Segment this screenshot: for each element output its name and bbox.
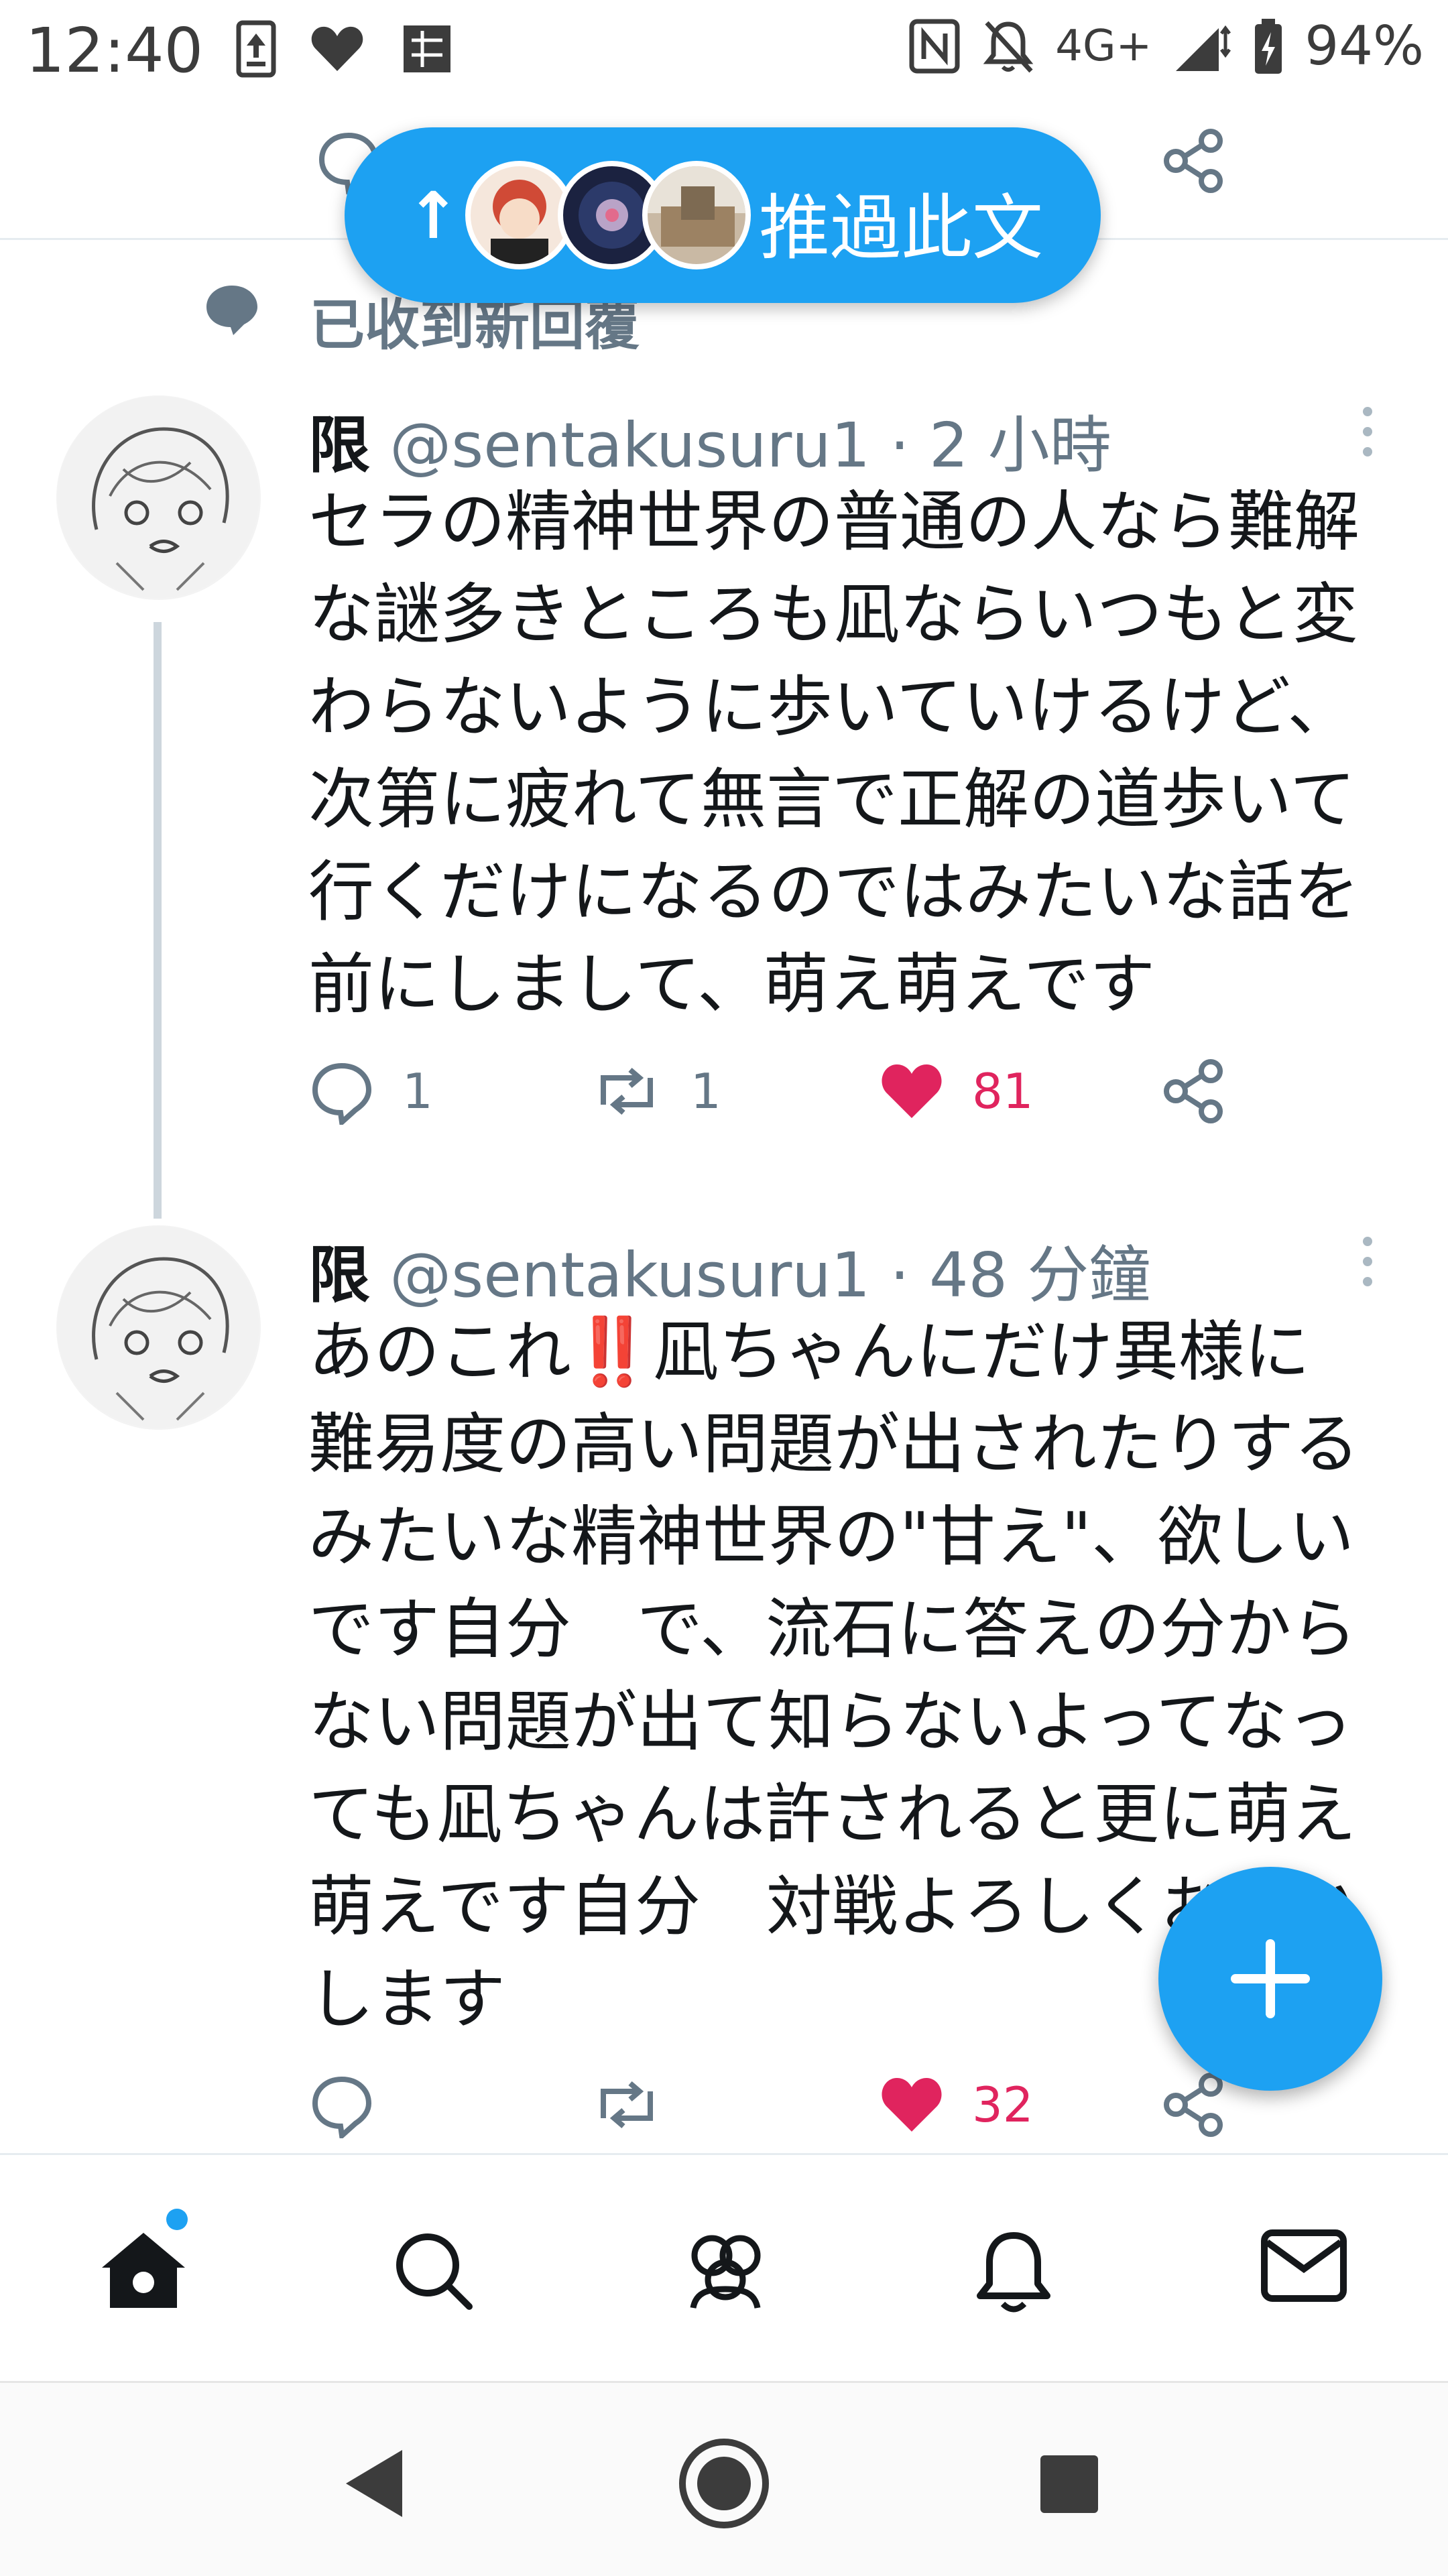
retweet-button[interactable]: 1	[590, 1058, 721, 1125]
tweet-timestamp: · 2 小時	[890, 410, 1111, 481]
status-bar: 12:40 4G+ 94%	[0, 0, 1448, 101]
upload-notification-icon	[236, 20, 276, 78]
status-system-icons: 4G+ 94%	[908, 15, 1424, 77]
mute-icon	[983, 21, 1034, 72]
speech-bubble-icon	[206, 286, 257, 335]
retweet-count: 1	[690, 1063, 721, 1119]
new-tweets-pill[interactable]: ↑ 推過此文	[345, 127, 1101, 303]
recent-apps-icon[interactable]	[1038, 2453, 1101, 2516]
battery-icon	[1255, 18, 1282, 74]
share-button[interactable]	[1160, 1058, 1227, 1125]
back-icon[interactable]	[342, 2447, 406, 2520]
display-name[interactable]: 限	[308, 1239, 370, 1311]
tweet-line: ても凪ちゃんは許されると更に萌え	[308, 1776, 1357, 1853]
avatar[interactable]	[56, 1225, 261, 1430]
heart-app-notification-icon	[311, 26, 363, 71]
tweet-line: 次第に疲れて無言で正解の道歩いて	[308, 761, 1356, 838]
user-handle[interactable]: @sentakusuru1	[389, 410, 870, 481]
tweet-line: 前にしまして、萌え萌えです	[308, 946, 1156, 1023]
tweet-actions: 1 1 81	[308, 1058, 1394, 1138]
tweet-line: セラの精神世界の普通の人なら難解	[308, 484, 1360, 560]
battery-level: 94%	[1305, 15, 1424, 77]
retweet-button[interactable]	[590, 2071, 690, 2138]
like-button[interactable]: 81	[878, 1058, 1034, 1125]
display-name[interactable]: 限	[308, 410, 370, 481]
search-icon[interactable]	[391, 2229, 475, 2312]
home-unread-dot	[166, 2209, 188, 2230]
tweet-header: 限 @sentakusuru1 · 48 分鐘	[308, 1225, 1150, 1314]
like-count: 32	[972, 2077, 1034, 2133]
reply-button[interactable]	[308, 2071, 402, 2138]
share-icon[interactable]	[1160, 127, 1227, 194]
tweet-line: あのこれ‼️凪ちゃんにだけ異様に	[308, 1314, 1311, 1390]
system-navigation-bar	[0, 2381, 1448, 2576]
up-arrow-icon: ↑	[406, 178, 461, 253]
share-icon	[1164, 1059, 1223, 1123]
tweet-line: です自分 で、流石に答えの分から	[308, 1591, 1358, 1668]
tweet-line: な謎多きところも凪ならいつもと変	[308, 576, 1359, 653]
network-type: 4G+	[1055, 21, 1152, 71]
like-button[interactable]: 32	[878, 2071, 1034, 2138]
nfc-icon	[909, 19, 960, 73]
avatar[interactable]	[56, 395, 261, 600]
tweet-text: セラの精神世界の普通の人なら難解 な謎多きところも凪ならいつもと変 わらないよう…	[308, 476, 1408, 1031]
tweet-line: 難易度の高い問題が出されたりする	[308, 1406, 1360, 1483]
more-options-icon[interactable]	[1354, 402, 1381, 463]
tweet-timestamp: · 48 分鐘	[890, 1239, 1151, 1311]
notifications-icon[interactable]	[973, 2229, 1054, 2316]
thread-connector	[154, 622, 162, 1219]
tweet-line: ない問題が出て知らないよってなっ	[308, 1684, 1353, 1760]
reply-count: 1	[402, 1063, 433, 1119]
bottom-navigation	[0, 2153, 1448, 2382]
avatar-3	[642, 161, 751, 269]
tweet-line: 行くだけになるのではみたいな話を	[308, 854, 1360, 930]
heart-filled-icon	[882, 1064, 942, 1118]
heart-filled-icon	[882, 2078, 942, 2132]
signal-icon	[1176, 25, 1231, 71]
tweet-line: わらないように歩いていけるけど、	[308, 669, 1353, 745]
app-notification-icon	[404, 25, 450, 72]
tweet-header: 限 @sentakusuru1 · 2 小時	[308, 395, 1111, 485]
user-handle[interactable]: @sentakusuru1	[389, 1239, 870, 1311]
home-icon[interactable]	[99, 2229, 188, 2312]
compose-tweet-button[interactable]	[1158, 1867, 1382, 2091]
more-options-icon[interactable]	[1354, 1232, 1381, 1292]
reply-icon	[312, 2076, 372, 2138]
retweet-icon	[601, 1067, 653, 1115]
like-count: 81	[972, 1063, 1034, 1119]
reply-icon	[312, 1062, 372, 1125]
status-notification-icons	[236, 20, 456, 78]
tweet-line: みたいな精神世界の"甘え"、欲しい	[308, 1499, 1355, 1575]
status-time: 12:40	[25, 15, 204, 86]
communities-icon[interactable]	[680, 2229, 771, 2312]
reply-button[interactable]: 1	[308, 1058, 433, 1125]
plus-icon	[1231, 1939, 1310, 2018]
retweet-icon	[601, 2081, 653, 2129]
home-button-icon[interactable]	[677, 2437, 771, 2530]
messages-icon[interactable]	[1260, 2229, 1347, 2303]
pill-label: 推過此文	[759, 187, 1043, 269]
